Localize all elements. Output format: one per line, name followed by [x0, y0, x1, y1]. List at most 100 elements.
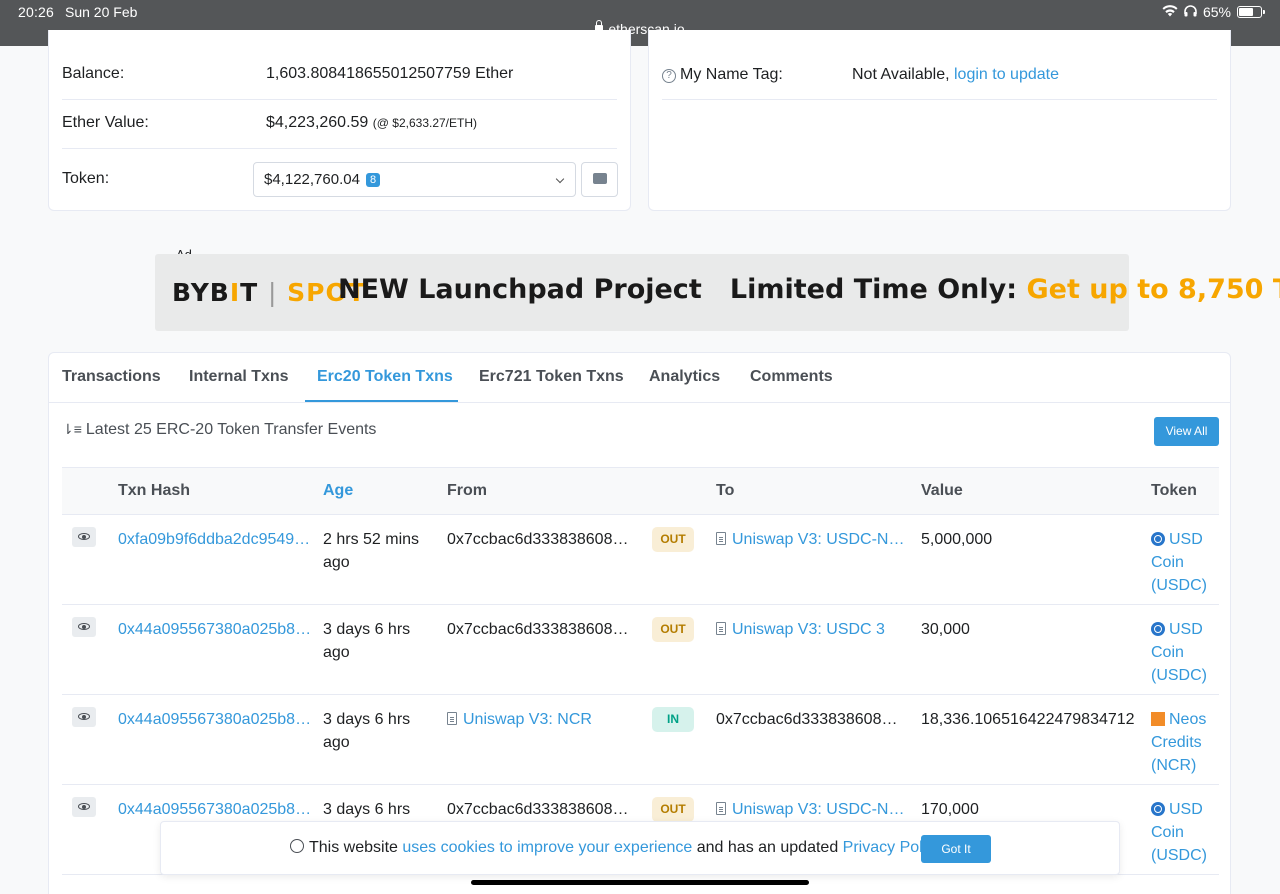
- cookie-banner: This website uses cookies to improve you…: [160, 821, 1120, 875]
- col-value: Value: [921, 482, 963, 499]
- tab-bar: Transactions Internal Txns Erc20 Token T…: [49, 353, 1230, 403]
- list-heading: ⇂≡ Latest 25 ERC-20 Token Transfer Events: [62, 421, 377, 438]
- tab-analytics[interactable]: Analytics: [649, 368, 720, 386]
- eye-icon[interactable]: [72, 617, 96, 637]
- login-to-update-link[interactable]: login to update: [954, 66, 1059, 83]
- to-link[interactable]: Uniswap V3: USDC-NCR: [716, 798, 906, 821]
- question-icon: ?: [662, 69, 676, 83]
- status-date: Sun 20 Feb: [65, 4, 138, 20]
- token-label: Token:: [62, 170, 110, 187]
- token-holdings-dropdown[interactable]: $4,122,760.04 8: [253, 162, 576, 197]
- txn-hash-link[interactable]: 0x44a095567380a025b8…: [118, 618, 313, 641]
- ad-message: NEW Launchpad Project Limited Time Only:…: [338, 274, 1280, 305]
- value: 18,336.106516422479834712: [921, 711, 1135, 728]
- ether-value-label: Ether Value:: [62, 114, 149, 131]
- token-link[interactable]: USD Coin (USDC): [1151, 528, 1211, 597]
- col-from: From: [447, 482, 487, 499]
- usdc-token-icon: [1151, 802, 1165, 816]
- contract-icon: [716, 622, 726, 635]
- balance-value: 1,603.808418655012507759 Ether: [266, 65, 514, 82]
- battery-icon: [1237, 6, 1265, 18]
- balance-row: Balance: 1,603.808418655012507759 Ether: [62, 30, 617, 100]
- eye-icon[interactable]: [72, 527, 96, 547]
- usdc-token-icon: [1151, 532, 1165, 546]
- bybit-ad-banner[interactable]: BYBIT | SPOT NEW Launchpad Project Limit…: [155, 254, 1280, 331]
- tab-erc20-token-txns[interactable]: Erc20 Token Txns: [317, 368, 453, 386]
- to-link[interactable]: Uniswap V3: USDC-NCR: [716, 528, 906, 551]
- name-tag-value: Not Available,: [852, 66, 950, 83]
- ncr-token-icon: [1151, 712, 1165, 726]
- tab-internal-txns[interactable]: Internal Txns: [189, 368, 289, 386]
- headphones-icon: [1184, 4, 1197, 20]
- from-link[interactable]: Uniswap V3: NCR: [447, 708, 632, 731]
- ad-highlight: Get up to 8,750 TAP: [1026, 274, 1280, 305]
- ether-price: (@ $2,633.27/ETH): [372, 116, 478, 130]
- ether-value-row: Ether Value: $4,223,260.59 (@ $2,633.27/…: [62, 100, 617, 149]
- token-count-badge: 8: [365, 173, 381, 187]
- direction-badge: OUT: [652, 797, 694, 822]
- cookie-icon: [290, 839, 304, 853]
- direction-badge: OUT: [652, 617, 694, 642]
- contract-icon: [716, 532, 726, 545]
- status-indicators: 65%: [1162, 4, 1265, 20]
- direction-badge: OUT: [652, 527, 694, 552]
- age: 3 days 6 hrs: [323, 801, 411, 818]
- token-value: $4,122,760.04: [264, 171, 360, 188]
- chevron-down-icon: [555, 174, 565, 184]
- overview-card: Balance: 1,603.808418655012507759 Ether …: [48, 30, 631, 211]
- more-info-card: ? My Name Tag: Not Available, login to up…: [648, 30, 1231, 211]
- col-token: Token: [1151, 482, 1197, 499]
- contract-icon: [716, 802, 726, 815]
- age: 3 days 6 hrs ago: [323, 621, 411, 661]
- to-link[interactable]: Uniswap V3: USDC 3: [716, 618, 906, 641]
- from-address: 0x7ccbac6d333838608b…: [447, 621, 632, 638]
- got-it-button[interactable]: Got It: [921, 835, 991, 863]
- to-address: 0x7ccbac6d333838608b…: [716, 711, 906, 728]
- name-tag-row: ? My Name Tag: Not Available, login to up…: [662, 30, 1217, 100]
- ether-value: $4,223,260.59: [266, 114, 369, 131]
- value: 170,000: [921, 801, 979, 818]
- token-link[interactable]: Neos Credits (NCR): [1151, 708, 1211, 777]
- col-age[interactable]: Age: [323, 468, 447, 515]
- direction-badge: IN: [652, 707, 694, 732]
- from-address: 0x7ccbac6d333838608b…: [447, 801, 632, 818]
- token-transfers-table: Txn Hash Age From To Value Token 0xfa09b…: [62, 467, 1219, 875]
- cookies-link[interactable]: uses cookies to improve your experience: [402, 839, 692, 856]
- txn-hash-link[interactable]: 0xfa09b9f6ddba2dc9549…: [118, 528, 313, 551]
- table-row: 0x44a095567380a025b8… 3 days 6 hrs ago 0x7…: [62, 605, 1219, 695]
- battery-percent: 65%: [1202, 4, 1231, 20]
- table-row: 0xfa09b9f6ddba2dc9549… 2 hrs 52 mins ago 0…: [62, 515, 1219, 605]
- value: 5,000,000: [921, 531, 993, 548]
- transactions-card: Transactions Internal Txns Erc20 Token T…: [48, 352, 1231, 894]
- age: 2 hrs 52 mins ago: [323, 531, 420, 571]
- col-txn-hash: Txn Hash: [118, 482, 191, 499]
- tab-erc721-token-txns[interactable]: Erc721 Token Txns: [479, 368, 624, 386]
- col-to: To: [716, 482, 735, 499]
- bybit-logo: BYBIT | SPOT: [172, 278, 366, 307]
- view-all-button[interactable]: View All: [1154, 417, 1219, 446]
- tab-comments[interactable]: Comments: [750, 368, 833, 386]
- name-tag-label: My Name Tag:: [680, 66, 783, 83]
- active-tab-indicator: [305, 400, 458, 402]
- table-header: Txn Hash Age From To Value Token: [62, 467, 1219, 515]
- token-link[interactable]: USD Coin (USDC): [1151, 618, 1211, 687]
- wifi-icon: [1162, 4, 1178, 20]
- eye-icon[interactable]: [72, 797, 96, 817]
- wallet-button[interactable]: [581, 162, 618, 197]
- cookie-text: This website uses cookies to improve you…: [290, 839, 946, 857]
- age: 3 days 6 hrs ago: [323, 711, 411, 751]
- status-time: 20:26: [18, 4, 55, 20]
- balance-label: Balance:: [62, 65, 125, 82]
- wallet-icon: [593, 173, 607, 184]
- home-indicator: [471, 880, 809, 885]
- table-row: 0x44a095567380a025b8… 3 days 6 hrs ago Uni…: [62, 695, 1219, 785]
- usdc-token-icon: [1151, 622, 1165, 636]
- eye-icon[interactable]: [72, 707, 96, 727]
- contract-icon: [447, 712, 457, 725]
- txn-hash-link[interactable]: 0x44a095567380a025b8…: [118, 798, 313, 821]
- from-address: 0x7ccbac6d333838608b…: [447, 531, 632, 548]
- tab-transactions[interactable]: Transactions: [62, 368, 161, 386]
- value: 30,000: [921, 621, 970, 638]
- txn-hash-link[interactable]: 0x44a095567380a025b8…: [118, 708, 313, 731]
- token-link[interactable]: USD Coin (USDC): [1151, 798, 1211, 867]
